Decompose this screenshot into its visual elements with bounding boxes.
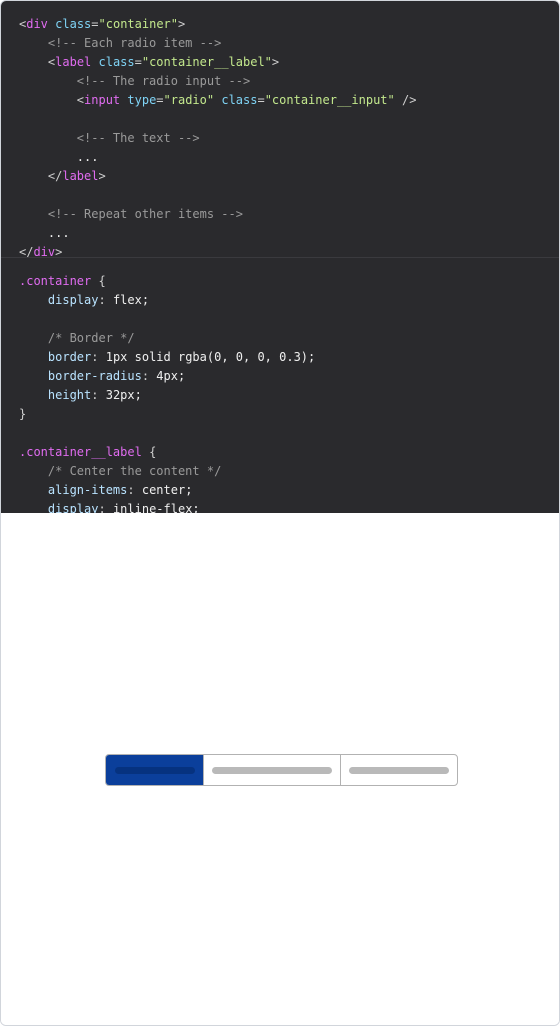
code-line: border-radius: 4px;: [47, 369, 186, 383]
code-line: /* Center the content */: [19, 464, 222, 478]
code-line: <!-- The text -->: [19, 131, 200, 145]
code-line: display: inline-flex;: [47, 502, 200, 513]
code-line: height: 32px;: [47, 388, 142, 402]
code-line: border: 1px solid rgba(0, 0, 0, 0.3);: [47, 350, 316, 364]
radio-item-3[interactable]: [340, 755, 457, 785]
css-code-block: .container { display: flex; /* Border */…: [1, 258, 559, 513]
css-code-panel[interactable]: .container { display: flex; /* Border */…: [1, 258, 559, 513]
code-line: }: [19, 407, 27, 421]
code-line: <!-- Each radio item -->: [19, 36, 222, 50]
code-line: <!-- The radio input -->: [19, 74, 251, 88]
radio-item-2[interactable]: [203, 755, 340, 785]
code-line: <!-- Repeat other items -->: [19, 207, 243, 221]
code-line: <label class="container__label">: [47, 55, 280, 69]
code-line: .container {: [19, 274, 106, 288]
code-line: <input type="radio" class="container__in…: [76, 93, 417, 107]
code-line: align-items: center;: [47, 483, 193, 497]
html-code-block: <div class="container"> <!-- Each radio …: [1, 1, 559, 257]
code-line: .container__label {: [19, 445, 157, 459]
code-line: </div>: [19, 245, 63, 257]
radio-item-1[interactable]: [106, 755, 203, 785]
code-line: display: flex;: [47, 293, 150, 307]
code-line: ...: [19, 150, 99, 164]
demo-frame: <div class="container"> <!-- Each radio …: [0, 0, 560, 1026]
html-code-panel[interactable]: <div class="container"> <!-- Each radio …: [1, 1, 559, 257]
placeholder-text-bar: [212, 766, 332, 774]
code-line: /* Border */: [19, 331, 135, 345]
code-line: </label>: [47, 169, 106, 183]
code-line: <div class="container">: [19, 17, 186, 31]
radio-button-group: [105, 754, 458, 786]
preview-area: [1, 513, 559, 1025]
code-line: ...: [19, 226, 70, 240]
placeholder-text-bar: [349, 766, 449, 774]
placeholder-text-bar: [114, 766, 195, 774]
